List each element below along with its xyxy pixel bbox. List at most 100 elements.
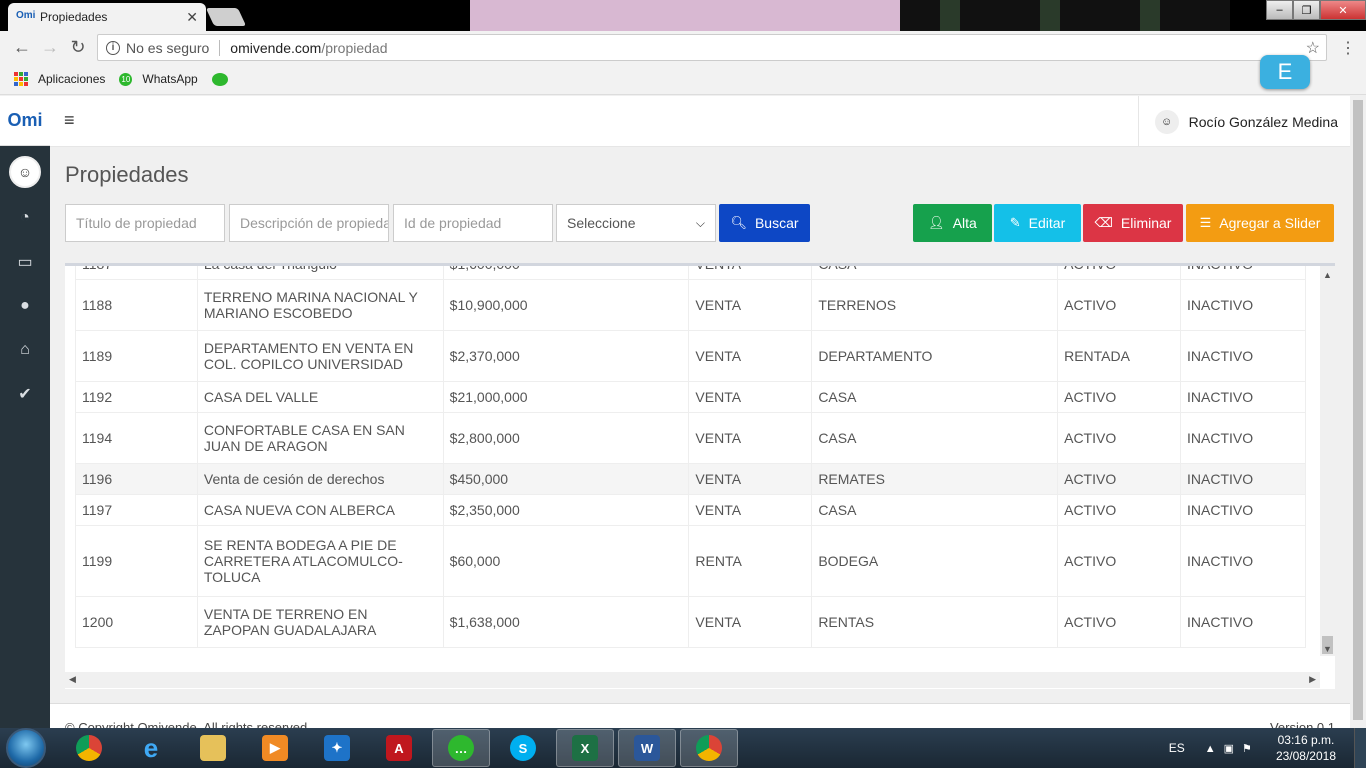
taskbar-app-blue[interactable]: ✦ — [308, 729, 366, 767]
table-row[interactable]: 1199 SE RENTA BODEGA A PIE DE CARRETERA A… — [75, 525, 1306, 597]
table-row[interactable]: 1200 VENTA DE TERRENO EN ZAPOPAN GUADALAJ… — [75, 596, 1306, 648]
scroll-down-arrow-icon[interactable]: ▼ — [1323, 644, 1332, 654]
back-arrow-icon[interactable]: ← — [8, 34, 36, 62]
cell-title: La casa del Triangulo — [196, 266, 444, 280]
user-plus-icon: 👤︎ — [928, 215, 945, 230]
title-bar-background — [470, 0, 900, 31]
browser-tab-propiedades[interactable]: Omi Propiedades ✕ — [8, 3, 206, 31]
page-scrollbar[interactable] — [1350, 96, 1366, 728]
minimize-button[interactable]: – — [1266, 0, 1293, 20]
bookmark-whatsapp[interactable]: 10 WhatsApp — [119, 72, 198, 86]
internet-explorer-icon: e — [143, 732, 159, 763]
add-button[interactable]: 👤︎ Alta — [913, 204, 992, 242]
address-separator — [219, 39, 221, 56]
address-bar[interactable]: i No es seguro omivende.com/propiedad ☆ — [97, 34, 1327, 61]
table-row[interactable]: 1197 CASA NUEVA CON ALBERCA $2,350,000 VENT… — [75, 494, 1306, 526]
table-row[interactable]: 1194 CONFORTABLE CASA EN SAN JUAN DE ARAG… — [75, 412, 1306, 464]
reload-icon[interactable]: ↻ — [64, 34, 92, 62]
home-icon[interactable]: ⌂ — [0, 328, 50, 372]
title-filter-input[interactable]: Título de propiedad — [65, 204, 225, 242]
scroll-left-arrow-icon[interactable]: ◀ — [69, 674, 76, 685]
category-select-value: Seleccione — [567, 215, 636, 231]
browser-toolbar: ← → ↻ i No es seguro omivende.com/propie… — [0, 31, 1366, 64]
search-button-label: Buscar — [754, 215, 799, 231]
cell-type: RENTAS — [811, 596, 1059, 648]
cell-status: ACTIVO — [1057, 596, 1182, 648]
cell-slider: INACTIVO — [1180, 381, 1306, 413]
sidebar-avatar[interactable]: ☺ — [9, 156, 41, 188]
taskbar-media[interactable]: ▶ — [246, 729, 304, 767]
edit-button[interactable]: ✎ Editar — [994, 204, 1081, 242]
dashboard-icon[interactable]: ◔ — [0, 196, 50, 240]
table-row[interactable]: 1196 Venta de cesión de derechos $450,000 V… — [75, 463, 1306, 495]
cell-slider: INACTIVO — [1180, 412, 1306, 464]
show-desktop-button[interactable] — [1354, 728, 1366, 768]
new-tab-button[interactable] — [205, 8, 247, 26]
app-header: ≡ ☺ Rocío González Medina — [50, 96, 1350, 147]
taskbar-ie[interactable]: e — [122, 729, 180, 767]
browser-menu-icon[interactable]: ⋮ — [1338, 31, 1358, 64]
scroll-right-arrow-icon[interactable]: ▶ — [1309, 674, 1316, 685]
monitor-icon[interactable]: ▭ — [0, 240, 50, 284]
page-scrollbar-thumb[interactable] — [1353, 100, 1363, 720]
add-to-slider-button[interactable]: ☰ Agregar a Slider — [1186, 204, 1334, 242]
id-filter-input[interactable]: Id de propiedad — [393, 204, 553, 242]
maximize-button[interactable]: ❐ — [1293, 0, 1320, 20]
bookmark-wechat[interactable] — [211, 72, 228, 86]
url-path: /propiedad — [321, 39, 388, 56]
cell-price: $60,000 — [442, 525, 690, 597]
info-icon[interactable]: i — [106, 40, 120, 55]
cell-status: ACTIVO — [1057, 525, 1182, 597]
taskbar-word[interactable]: W — [618, 729, 676, 767]
taskbar-wechat[interactable]: … — [432, 729, 490, 767]
description-filter-input[interactable]: Descripción de propiedad — [229, 204, 389, 242]
taskbar-pdf[interactable]: A — [370, 729, 428, 767]
extension-e-icon[interactable]: E — [1260, 55, 1310, 89]
tab-close-icon[interactable]: ✕ — [186, 9, 198, 26]
table-row[interactable]: 1189 DEPARTAMENTO EN VENTA EN COL. COPILC… — [75, 330, 1306, 382]
close-window-button[interactable]: ✕ — [1320, 0, 1366, 20]
cell-title: CONFORTABLE CASA EN SAN JUAN DE ARAGON — [196, 412, 444, 464]
language-indicator[interactable]: ES — [1169, 741, 1185, 755]
scroll-up-arrow-icon[interactable]: ▲ — [1323, 270, 1332, 280]
bookmark-star-icon[interactable]: ☆ — [1306, 38, 1320, 58]
browser-title-bar: Omi Propiedades ✕ – ❐ ✕ — [0, 0, 1366, 31]
check-circle-icon[interactable]: ✔ — [0, 372, 50, 416]
taskbar-explorer[interactable] — [184, 729, 242, 767]
taskbar-chrome[interactable] — [60, 729, 118, 767]
start-button[interactable] — [6, 728, 46, 768]
taskbar-chrome-active[interactable] — [680, 729, 738, 767]
tray-icons[interactable]: ▲▣⚑ — [1205, 742, 1260, 755]
user-menu[interactable]: ☺ Rocío González Medina — [1137, 96, 1350, 147]
taskbar-skype[interactable]: S — [494, 729, 552, 767]
system-tray: ES ▲▣⚑ 03:16 p.m. 23/08/2018 — [1169, 728, 1366, 768]
cell-type: REMATES — [811, 463, 1059, 495]
search-button[interactable]: 🔍︎ Buscar — [719, 204, 810, 242]
clock[interactable]: 03:16 p.m. 23/08/2018 — [1276, 732, 1336, 764]
cell-id: 1200 — [75, 596, 198, 648]
cell-slider: INACTIVO — [1180, 279, 1306, 331]
cell-slider: INACTIVO — [1180, 266, 1306, 280]
table-row[interactable]: 1188 TERRENO MARINA NACIONAL Y MARIANO ES… — [75, 279, 1306, 331]
excel-icon: X — [572, 735, 598, 761]
omi-logo[interactable]: Omi — [0, 96, 50, 146]
table-vertical-scrollbar[interactable]: ▲ ▼ — [1320, 266, 1335, 656]
delete-button[interactable]: ⌫ Eliminar — [1083, 204, 1183, 242]
clock-date: 23/08/2018 — [1275, 749, 1336, 763]
hamburger-menu-icon[interactable]: ≡ — [64, 110, 75, 131]
bookmark-apps[interactable]: Aplicaciones — [14, 72, 105, 86]
cell-price: $2,350,000 — [442, 494, 690, 526]
forward-arrow-icon[interactable]: → — [36, 34, 64, 62]
user-icon[interactable]: ● — [0, 284, 50, 328]
cell-id: 1187 — [75, 266, 198, 280]
chrome-active-icon — [696, 735, 722, 761]
cell-price: $21,000,000 — [442, 381, 690, 413]
table-row[interactable]: 1192 CASA DEL VALLE $21,000,000 VENTA CASA AC… — [75, 381, 1306, 413]
table-row[interactable]: 1187La casa del Triangulo$1,600,000VENTA… — [75, 266, 1306, 280]
whatsapp-icon: 10 — [119, 72, 133, 86]
category-select[interactable]: Seleccione ⌵ — [556, 204, 716, 242]
cell-slider: INACTIVO — [1180, 494, 1306, 526]
apps-grid-icon — [14, 72, 28, 86]
taskbar-excel[interactable]: X — [556, 729, 614, 767]
table-horizontal-scrollbar[interactable]: ◀ ▶ — [65, 672, 1320, 688]
